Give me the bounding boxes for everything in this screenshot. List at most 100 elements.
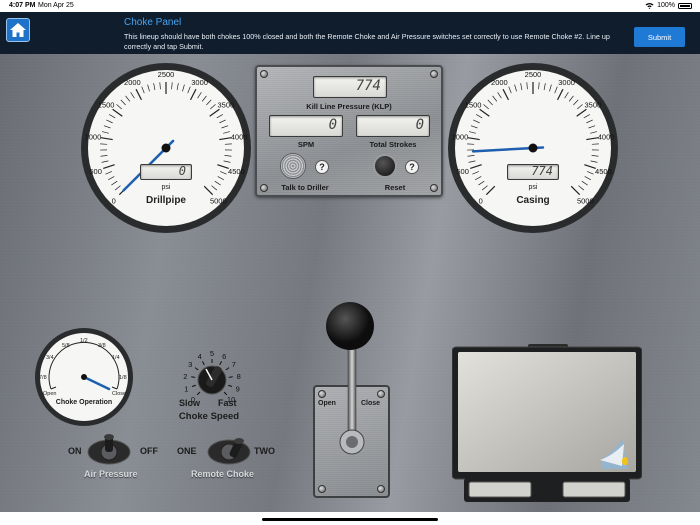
gauge-tick-label: 500 (456, 167, 469, 176)
drillpipe-gauge: 0 500 1000 1500 2000 2500 3000 3500 4000 4500 5000… (80, 62, 252, 234)
casing-gauge-face: 0500100015002000250030003500400045005000 (448, 63, 618, 233)
status-time: 4:07 PM (9, 2, 36, 9)
speed-tick-label: 7 (232, 360, 236, 369)
drillpipe-readout: 0 (140, 164, 192, 180)
talk-help-button[interactable]: ? (315, 160, 329, 174)
speed-tick-label: 5 (210, 349, 214, 358)
speed-tick (228, 384, 233, 387)
choke-lever[interactable] (322, 300, 382, 460)
remote-choke-label: Remote Choke (191, 469, 255, 479)
gauge-tick-label: 1000 (452, 132, 469, 141)
air-pressure-toggle[interactable] (86, 433, 132, 467)
gauge-tick-label: 2500 (525, 70, 542, 79)
gauge-tick-label: 4000 (598, 132, 615, 141)
status-date: Mon Apr 25 (38, 2, 74, 9)
choke-open-label: Open (43, 391, 57, 397)
gauge-tick-label: 1000 (85, 132, 102, 141)
pump-readout-panel: 774 Kill Line Pressure (KLP) 0 SPM 0 Tot… (255, 65, 443, 197)
speed-tick-label: 8 (237, 372, 241, 381)
air-pressure-on-label: ON (68, 446, 82, 456)
speed-tick (196, 391, 201, 396)
speed-tick (228, 376, 233, 378)
gauge-tick-label: 4500 (228, 167, 245, 176)
casing-gauge: 0 500 1000 1500 2000 2500 3000 3500 4000 4500 5000… (447, 62, 619, 234)
choke-tick-1-4: 1/4 (112, 355, 120, 361)
choke-speed-slow-label: Slow (179, 398, 201, 408)
speed-tick (219, 361, 222, 366)
status-right: 100% (645, 2, 692, 9)
screw (430, 184, 438, 192)
gauge-tick-label: 2500 (158, 70, 175, 79)
casing-label: Casing (516, 195, 550, 206)
choke-operation-gauge: 7/8 3/4 5/8 1/2 3/8 1/4 1/8 Open Close C… (34, 327, 134, 427)
gauge-tick-label: 3000 (558, 78, 575, 87)
choke-tick-3-4: 3/4 (46, 355, 54, 361)
home-indicator (262, 518, 438, 521)
speed-tick (194, 367, 199, 371)
gauge-tick-label: 1500 (98, 101, 115, 110)
battery-percent: 100% (657, 2, 675, 9)
speed-tick (225, 367, 230, 371)
air-pressure-off-label: OFF (140, 446, 158, 456)
speed-tick (202, 361, 205, 366)
gauge-tick-label: 500 (89, 167, 102, 176)
speed-tick-label: 2 (183, 372, 187, 381)
talk-to-driller-label: Talk to Driller (281, 183, 329, 192)
reset-help-button[interactable]: ? (405, 160, 419, 174)
speed-tick-label: 4 (198, 352, 202, 361)
screw (430, 70, 438, 78)
talk-to-driller-button[interactable] (280, 153, 306, 179)
gauge-tick-label: 3500 (585, 101, 602, 110)
choke-tick-7-8: 7/8 (39, 375, 47, 381)
casing-readout: 774 (507, 164, 559, 180)
page-title: Choke Panel (124, 17, 182, 28)
speed-tick-label: 3 (188, 360, 192, 369)
reset-label: Reset (384, 183, 406, 192)
total-strokes-readout: 0 (356, 115, 430, 137)
submit-button[interactable]: Submit (634, 27, 685, 47)
header-bar: Choke Panel This lineup should have both… (0, 12, 700, 54)
casing-unit: psi (528, 184, 538, 191)
speed-tick (191, 384, 196, 387)
screw (260, 70, 268, 78)
remote-choke-two-label: TWO (254, 446, 275, 456)
screw (318, 485, 326, 493)
choke-operation-label: Choke Operation (55, 399, 113, 406)
gauge-tick-label: 2000 (491, 78, 508, 87)
home-button[interactable] (6, 18, 30, 42)
total-strokes-label: Total Strokes (369, 140, 417, 149)
choke-tick-5-8: 5/8 (62, 343, 70, 349)
drillpipe-needle-hub (161, 143, 171, 153)
instruction-text: This lineup should have both chokes 100%… (124, 32, 610, 51)
remote-choke-one-label: ONE (177, 446, 197, 456)
spm-readout: 0 (269, 115, 343, 137)
gauge-tick-label: 1500 (465, 101, 482, 110)
drillpipe-label: Drillpipe (145, 195, 186, 206)
casing-needle-hub (528, 143, 538, 153)
wifi-icon (645, 3, 654, 9)
remote-choke-toggle[interactable] (206, 433, 252, 467)
drillpipe-gauge-face: 0500100015002000250030003500400045005000 (81, 63, 251, 233)
screw (377, 485, 385, 493)
speed-tick (191, 376, 196, 378)
air-pressure-label: Air Pressure (84, 469, 138, 479)
speed-tick-label: 9 (236, 384, 240, 393)
choke-speed-label: Choke Speed (178, 411, 240, 422)
gauge-tick-label: 3500 (218, 101, 235, 110)
klp-label: Kill Line Pressure (KLP) (306, 102, 392, 111)
gauge-tick-label: 3000 (191, 78, 208, 87)
choke-tick-1-2: 1/2 (80, 338, 88, 344)
status-bar: 4:07 PM Mon Apr 25 100% (0, 0, 700, 12)
drillpipe-unit: psi (161, 184, 171, 191)
speed-tick-label: 6 (222, 352, 226, 361)
gauge-tick-label: 2000 (124, 78, 141, 87)
gauge-tick-label: 4500 (595, 167, 612, 176)
choke-speed-dial[interactable]: 0 1 2 3 4 5 6 7 8 9 10 Slow Fast Choke Speed (170, 340, 254, 426)
speed-tick-label: 1 (184, 384, 188, 393)
spm-label: SPM (297, 140, 315, 149)
klp-readout: 774 (313, 76, 387, 98)
choke-speed-fast-label: Fast (218, 398, 237, 408)
gauge-tick-label: 4000 (231, 132, 248, 141)
reset-button[interactable] (373, 154, 397, 178)
home-icon (10, 23, 26, 37)
